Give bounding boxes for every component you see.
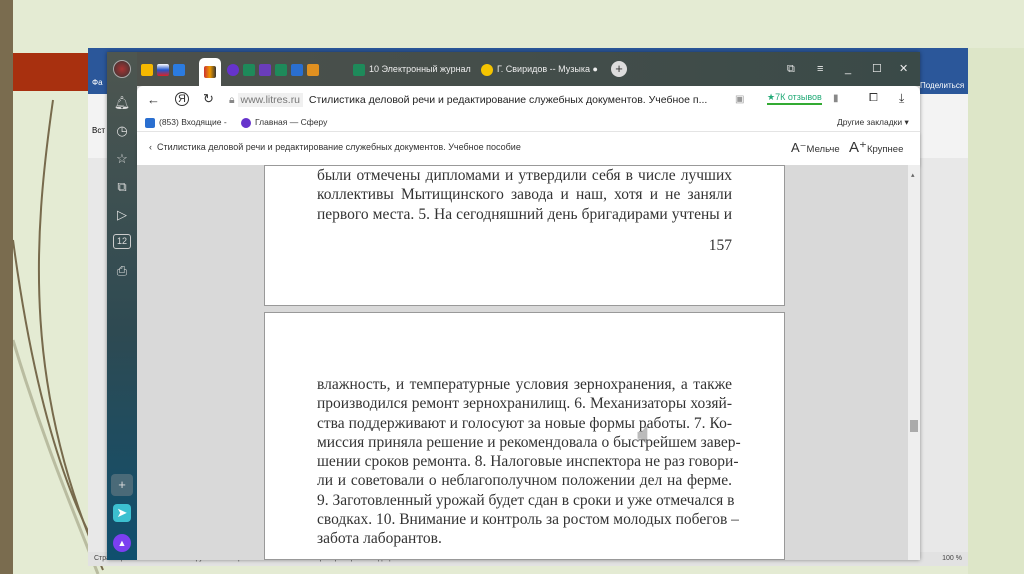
play-icon [481,63,493,76]
url-field[interactable]: 🔒︎ www.litres.ru Стилистика деловой речи… [229,91,729,109]
tab-music[interactable]: Г. Свиридов -- Музыка ● [481,61,598,77]
text-line: были отмечены дипломами и утвердили себя… [317,167,732,184]
star-icon[interactable]: ☆ [113,150,131,168]
sferum-icon [241,117,251,128]
tab-icon[interactable] [259,63,271,76]
text-line: влажность, и температурные условия зерно… [317,376,732,393]
site-info-icon[interactable]: ▣ [735,94,744,105]
bookmarks-bar: (853) Входящие - Главная — Сферу Другие … [137,114,920,132]
text-line: ли и советовали о неблагополучном положе… [317,472,732,490]
gmail-tab-icon[interactable] [141,63,153,76]
text-line: миссия приняла решение и рекомендовала о… [317,433,741,451]
add-icon[interactable]: + [111,474,133,496]
book-page-158: влажность, и температурные условия зерно… [264,312,785,560]
history-icon[interactable]: ◷ [113,122,131,140]
screenshot-icon[interactable]: ⎙ [113,262,131,280]
browser-window: 🔔︎ ◷ ☆ ⧉ ▷ 12 ⎙ + ➤ ▲ 10 Электронный жур… [107,52,920,560]
bookmark-label: (853) Входящие - [159,117,227,127]
text-line: забота лаборантов. [317,530,442,548]
url-text: www.litres.ru [237,93,304,107]
reader-back-link[interactable]: ‹ Стилистика деловой речи и редактирован… [149,142,521,152]
larger-font-button[interactable]: A⁺Крупнее [849,138,903,156]
yandex-icon[interactable]: Я [175,92,189,106]
slide-decor-bar [0,0,13,574]
text-line: шении сроков ремонта. 8. Налоговые инспе… [317,453,739,471]
reader-header: ‹ Стилистика деловой речи и редактирован… [137,132,920,165]
page-title: Стилистика деловой речи и редактирование… [308,94,708,106]
minimize-button[interactable]: _ [845,61,851,77]
browser-sidebar: 🔔︎ ◷ ☆ ⧉ ▷ 12 ⎙ + ➤ ▲ [107,52,137,560]
bookmark-label: Главная — Сферу [255,117,328,127]
scroll-thumb[interactable] [910,420,918,432]
zoom-level[interactable]: 100 % [942,555,962,562]
active-tab[interactable] [199,58,221,86]
tab-journal[interactable]: 10 Электронный журнал [353,61,471,77]
book-page-157: были отмечены дипломами и утвердили себя… [264,165,785,306]
tab-strip: 10 Электронный журнал Г. Свиридов -- Муз… [137,52,920,86]
text-line: коллективы Мытищинского завода и наш, хо… [317,186,732,204]
other-bookmarks[interactable]: Другие закладки ▾ [837,117,909,128]
reader-content: были отмечены дипломами и утвердили себя… [137,165,908,560]
sferum-tab-icon[interactable] [227,63,239,76]
collections-icon[interactable]: ⧉ [113,178,131,196]
extensions-icon[interactable]: ⧠ [869,92,878,105]
tab-label: Г. Свиридов -- Музыка [497,64,590,74]
slide-accent-bar [13,53,93,91]
bookmark-mail[interactable]: (853) Входящие - [145,117,227,128]
reviews-link[interactable]: ★7К отзывов [767,92,822,105]
smaller-font-button[interactable]: A⁻Мельче [791,140,840,156]
tab-icon[interactable] [275,63,287,76]
font-smaller-icon: A⁻ [791,140,807,155]
slide-right-area [968,48,1024,574]
larger-label: Крупнее [866,144,904,155]
share-button[interactable]: Поделиться [920,81,964,90]
play-icon[interactable]: ▷ [113,206,131,224]
tab-icon[interactable] [157,63,169,76]
reload-icon[interactable]: ↻ [203,91,214,107]
page-number: 157 [708,236,732,254]
insert-button[interactable]: Вст [92,126,105,135]
mail-icon [145,117,155,128]
new-tab-button[interactable]: + [611,61,627,77]
text-line: сводках. 10. Внимание и контроль за рост… [317,511,739,529]
scroll-up-icon[interactable]: ▴ [911,171,915,179]
maximize-button[interactable]: ☐ [872,61,882,77]
bookmark-icon[interactable]: ▮ [833,93,839,104]
smaller-label: Мельче [806,144,840,155]
book-title: Стилистика деловой речи и редактирование… [157,142,521,152]
scrollbar[interactable]: ▴ [908,165,920,560]
file-menu[interactable]: Фа [92,78,103,87]
chat-tab-icon[interactable] [173,63,185,76]
send-icon[interactable]: ➤ [113,504,131,522]
text-line: 9. Заготовленный урожай будет сдан в сро… [317,491,735,509]
close-button[interactable]: ✕ [899,61,908,77]
alice-icon[interactable]: ▲ [113,534,131,552]
profile-avatar[interactable] [113,60,131,78]
calendar-icon[interactable]: 12 [113,234,131,249]
mail-tab-icon[interactable] [291,63,303,76]
tab-icon[interactable] [307,63,319,76]
tab-icon [353,63,365,76]
address-bar: ← Я ↻ 🔒︎ www.litres.ru Стилистика делово… [137,86,920,114]
font-larger-icon: A⁺ [849,139,867,156]
tab-icon [204,66,216,78]
back-icon[interactable]: ← [147,92,160,107]
bell-icon[interactable]: 🔔︎ [113,94,131,112]
text-line: производился ремонт зернохранилищ. 6. Ме… [317,395,732,413]
text-line: ства поддерживают и голосуют за новые фо… [317,414,732,432]
text-line: первого места. 5. На сегодняшний день бр… [317,205,732,223]
tab-label: 10 Электронный журнал [369,64,471,74]
menu-icon[interactable]: ≡ [817,61,823,77]
download-icon[interactable]: ⤓ [899,91,904,106]
tab-icon[interactable] [243,63,255,76]
bookmark-sferum[interactable]: Главная — Сферу [241,117,327,128]
tabs-icon[interactable]: ⧉ [787,61,795,77]
speaker-icon[interactable]: 🔈︎ [637,415,657,454]
